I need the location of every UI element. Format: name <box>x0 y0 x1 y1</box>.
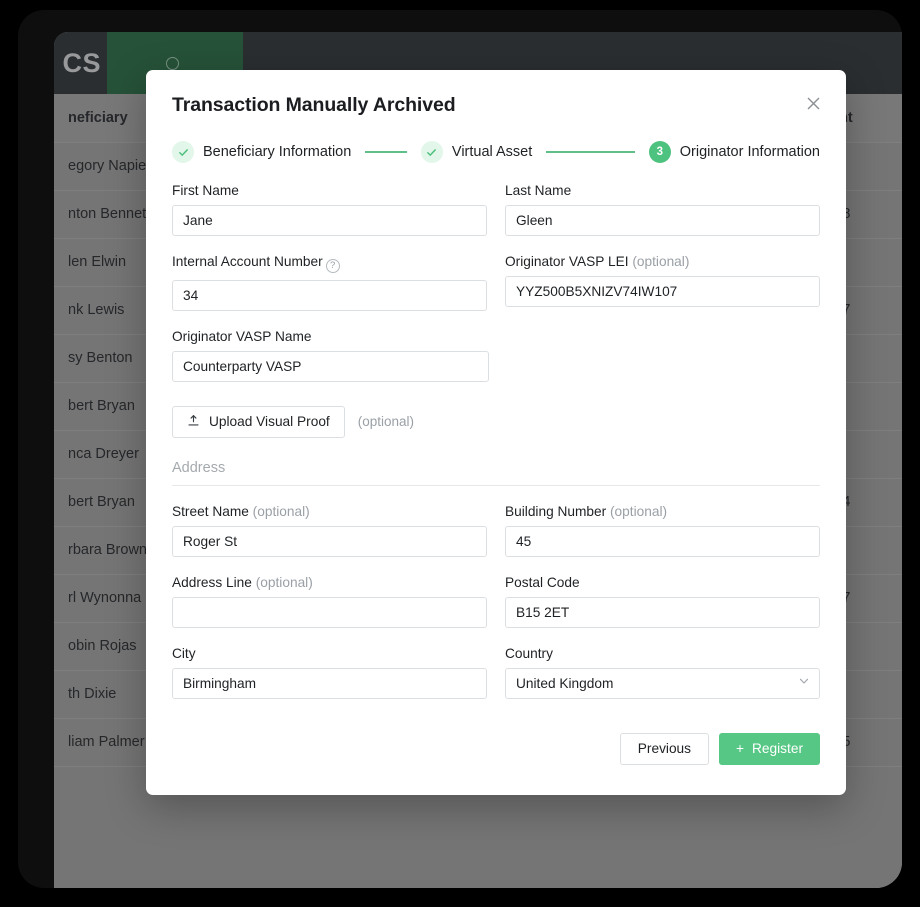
originator-vasp-lei-input[interactable] <box>505 276 820 307</box>
field-originator-vasp-name: Originator VASP Name <box>172 329 489 382</box>
label-internal-account-number: Internal Account Number? <box>172 254 487 273</box>
step-virtual-asset[interactable]: Virtual Asset <box>420 141 533 163</box>
upload-icon <box>187 414 200 430</box>
step-originator-information[interactable]: 3 Originator Information <box>648 141 820 163</box>
label-street-name: Street Name (optional) <box>172 504 487 519</box>
internal-account-number-input[interactable] <box>172 279 487 311</box>
app-viewport: CS neficiary Amount <box>54 32 902 888</box>
upload-optional-note: (optional) <box>357 414 415 430</box>
label-text-street-name: Street Name <box>172 503 249 519</box>
previous-button[interactable]: Previous <box>619 732 710 765</box>
step-connector-2 <box>546 151 635 153</box>
label-address-line: Address Line (optional) <box>172 575 487 590</box>
optional-tag: (optional) <box>610 503 668 519</box>
originator-vasp-name-input[interactable] <box>172 350 489 382</box>
step-label-originator: Originator Information <box>679 144 820 160</box>
field-street-name: Street Name (optional) <box>172 504 487 557</box>
city-input[interactable] <box>172 667 487 699</box>
check-icon <box>172 141 194 163</box>
form-row-account: Internal Account Number? Originator VASP… <box>172 254 820 311</box>
building-number-input[interactable] <box>505 525 820 557</box>
upload-visual-proof-button[interactable]: Upload Visual Proof <box>172 405 345 438</box>
street-name-input[interactable] <box>172 525 487 557</box>
label-building-number: Building Number (optional) <box>505 504 820 519</box>
postal-code-input[interactable] <box>505 596 820 628</box>
field-country: Country <box>505 646 820 699</box>
close-icon[interactable] <box>800 90 826 116</box>
register-button[interactable]: + Register <box>719 732 820 765</box>
address-section-title: Address <box>172 459 226 476</box>
label-postal-code: Postal Code <box>505 574 580 590</box>
field-internal-account-number: Internal Account Number? <box>172 254 487 311</box>
modal-header: Transaction Manually Archived <box>146 70 846 117</box>
upload-button-label: Upload Visual Proof <box>209 414 330 430</box>
label-text-internal-account-number: Internal Account Number <box>172 254 323 269</box>
label-text-building-number: Building Number <box>505 503 607 519</box>
optional-tag: (optional) <box>255 574 313 590</box>
form-row-vasp-name: Originator VASP Name <box>172 329 820 382</box>
optional-tag: (optional) <box>632 254 690 269</box>
step-number-badge: 3 <box>648 141 671 163</box>
form-row-street: Street Name (optional) Building Number (… <box>172 504 820 557</box>
step-connector-1 <box>365 151 407 153</box>
form-row-address-line: Address Line (optional) Postal Code <box>172 575 820 628</box>
modal-title: Transaction Manually Archived <box>172 94 456 116</box>
country-select-wrapper <box>505 667 820 699</box>
wizard-stepper: Beneficiary Information Virtual Asset 3 … <box>146 117 846 169</box>
country-select[interactable] <box>505 667 820 699</box>
address-line-input[interactable] <box>172 596 487 628</box>
screenshot-root: CS neficiary Amount <box>0 0 920 907</box>
modal-footer: Previous + Register <box>146 717 846 795</box>
step-beneficiary-information[interactable]: Beneficiary Information <box>172 141 351 163</box>
plus-icon: + <box>736 741 745 757</box>
originator-form: First Name Last Name Internal Account Nu… <box>146 169 846 699</box>
label-text-address-line: Address Line <box>172 574 252 590</box>
address-section-divider <box>172 484 820 486</box>
device-frame: CS neficiary Amount <box>18 10 902 888</box>
field-originator-vasp-lei: Originator VASP LEI (optional) <box>505 254 820 311</box>
address-section: Address <box>172 460 820 486</box>
optional-tag: (optional) <box>252 503 310 519</box>
field-city: City <box>172 646 487 699</box>
last-name-input[interactable] <box>505 205 820 236</box>
label-originator-vasp-lei: Originator VASP LEI (optional) <box>505 254 820 269</box>
label-text-originator-vasp-lei: Originator VASP LEI <box>505 254 629 269</box>
field-building-number: Building Number (optional) <box>505 504 820 557</box>
field-first-name: First Name <box>172 183 487 236</box>
first-name-input[interactable] <box>172 205 487 236</box>
label-country: Country <box>505 645 553 661</box>
step-label-virtual-asset: Virtual Asset <box>451 144 533 160</box>
transaction-archive-modal: Transaction Manually Archived Beneficiar… <box>146 70 846 795</box>
field-postal-code: Postal Code <box>505 575 820 628</box>
form-row-name: First Name Last Name <box>172 183 820 236</box>
field-address-line: Address Line (optional) <box>172 575 487 628</box>
upload-row: Upload Visual Proof (optional) <box>172 405 820 438</box>
step-label-beneficiary: Beneficiary Information <box>203 144 352 160</box>
check-icon <box>420 141 443 163</box>
label-originator-vasp-name: Originator VASP Name <box>172 328 312 344</box>
register-button-label: Register <box>752 741 803 757</box>
label-city: City <box>172 645 196 661</box>
field-last-name: Last Name <box>505 183 820 236</box>
form-row-city-country: City Country <box>172 646 820 699</box>
label-last-name: Last Name <box>505 183 572 198</box>
help-icon[interactable]: ? <box>325 258 340 273</box>
label-first-name: First Name <box>172 183 239 198</box>
